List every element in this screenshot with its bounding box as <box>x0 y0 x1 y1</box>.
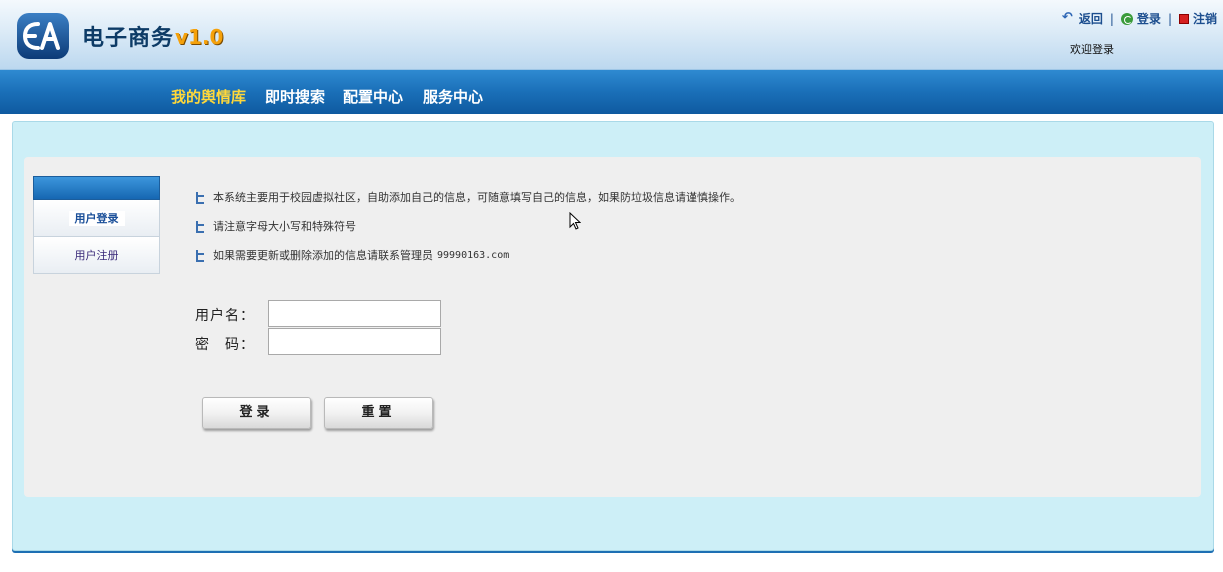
nav-item-config-center[interactable]: 配置中心 <box>343 86 403 107</box>
logout-link-label: 注销 <box>1192 12 1217 26</box>
content-area <box>24 157 1201 497</box>
link-separator: | <box>1167 11 1172 26</box>
header: 电子商务 v1.0 返回 | 登录 | 注销 欢迎登录 <box>0 0 1223 70</box>
main-nav: 我的舆情库 即时搜索 配置中心 服务中心 <box>0 70 1223 114</box>
footer-strip <box>0 560 1223 572</box>
top-links: 返回 | 登录 | 注销 <box>1062 10 1217 27</box>
nav-item-opinion-library[interactable]: 我的舆情库 <box>171 86 246 107</box>
tree-bullet-icon <box>195 221 205 233</box>
tree-bullet-icon <box>195 250 205 262</box>
password-label: 密 码： <box>195 337 255 353</box>
password-input[interactable] <box>268 328 441 355</box>
mouse-cursor-icon <box>569 212 581 230</box>
login-link-label: 登录 <box>1136 12 1161 26</box>
notice-item: 本系统主要用于校园虚拟社区，自助添加自己的信息，可随意填写自己的信息，如果防垃圾… <box>195 189 741 205</box>
sidebar-item-user-login[interactable]: 用户登录 <box>33 200 160 237</box>
logo-version: v1.0 <box>175 25 224 49</box>
notice-text: 如果需要更新或删除添加的信息请联系管理员 <box>213 249 433 262</box>
link-separator: | <box>1109 11 1114 26</box>
admin-email: 99990163.com <box>437 249 510 261</box>
notice-item: 请注意字母大小写和特殊符号 <box>195 218 356 234</box>
nav-item-instant-search[interactable]: 即时搜索 <box>265 86 325 107</box>
logout-link[interactable]: 注销 <box>1178 10 1217 27</box>
welcome-text: 欢迎登录 <box>1070 43 1114 56</box>
back-link-label: 返回 <box>1078 12 1103 26</box>
back-arrow-icon <box>1062 10 1076 25</box>
notice-text: 本系统主要用于校园虚拟社区，自助添加自己的信息，可随意填写自己的信息，如果防垃圾… <box>213 191 741 204</box>
username-label: 用户名： <box>195 308 255 324</box>
sidebar-item-user-register[interactable]: 用户注册 <box>33 237 160 274</box>
login-button[interactable]: 登录 <box>202 397 311 429</box>
sidebar-item-label: 用户登录 <box>68 211 125 226</box>
back-link[interactable]: 返回 <box>1062 10 1103 27</box>
username-input[interactable] <box>268 300 441 327</box>
notice-text: 请注意字母大小写和特殊符号 <box>213 220 356 233</box>
sidebar-header <box>33 176 160 200</box>
tree-bullet-icon <box>195 192 205 204</box>
notice-item: 如果需要更新或删除添加的信息请联系管理员 99990163.com <box>195 247 509 263</box>
ea-logo-icon <box>17 13 69 59</box>
login-link[interactable]: 登录 <box>1120 10 1161 27</box>
reset-button[interactable]: 重置 <box>324 397 433 429</box>
nav-item-service-center[interactable]: 服务中心 <box>423 86 483 107</box>
sidebar-item-label: 用户注册 <box>74 249 119 262</box>
logo-title: 电子商务 <box>82 26 175 51</box>
login-icon <box>1120 12 1133 25</box>
logout-icon <box>1178 13 1189 24</box>
